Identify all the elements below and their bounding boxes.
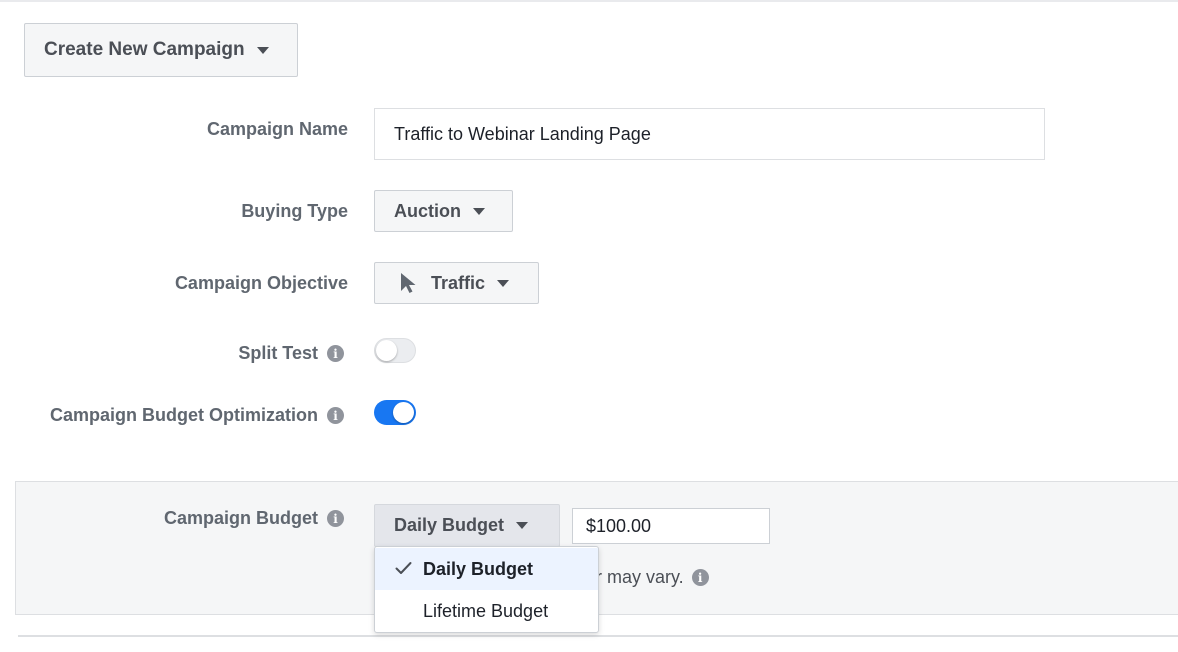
info-icon[interactable]: i — [327, 345, 344, 362]
toggle-knob — [393, 402, 414, 423]
campaign-name-input[interactable]: Traffic to Webinar Landing Page — [374, 108, 1045, 160]
split-test-label: Split Test i — [238, 343, 344, 364]
budget-amount-value: $100.00 — [586, 515, 652, 536]
budget-note: r may vary. i — [596, 567, 709, 588]
create-new-campaign-label: Create New Campaign — [44, 39, 245, 60]
campaign-name-label-text: Campaign Name — [206, 119, 348, 139]
split-test-toggle[interactable] — [374, 338, 416, 363]
split-test-label-text: Split Test — [238, 343, 318, 363]
budget-type-dropdown-menu: Daily Budget Lifetime Budget — [374, 546, 599, 633]
top-divider — [0, 0, 1178, 3]
budget-type-value: Daily Budget — [394, 515, 505, 535]
bottom-divider — [18, 635, 1178, 637]
toggle-knob — [376, 340, 397, 361]
chevron-down-icon — [516, 522, 529, 529]
budget-optimization-label: Campaign Budget Optimization i — [50, 405, 344, 426]
campaign-objective-label-text: Campaign Objective — [174, 273, 348, 293]
buying-type-label: Buying Type — [241, 201, 348, 222]
budget-optimization-label-text: Campaign Budget Optimization — [50, 405, 318, 425]
dropdown-option-daily-budget[interactable]: Daily Budget — [375, 548, 598, 590]
budget-amount-input[interactable]: $100.00 — [572, 508, 770, 544]
create-new-campaign-button[interactable]: Create New Campaign — [24, 23, 298, 77]
buying-type-select[interactable]: Auction — [374, 190, 513, 232]
dropdown-option-label: Daily Budget — [423, 558, 534, 579]
campaign-objective-select[interactable]: Traffic — [374, 262, 539, 304]
info-icon[interactable]: i — [691, 569, 709, 586]
budget-note-text: r may vary. — [596, 567, 684, 587]
chevron-down-icon — [497, 279, 510, 287]
info-icon[interactable]: i — [327, 510, 344, 527]
info-icon[interactable]: i — [327, 407, 344, 424]
campaign-name-label: Campaign Name — [207, 119, 348, 140]
chevron-down-icon — [473, 207, 485, 215]
campaign-name-value: Traffic to Webinar Landing Page — [394, 123, 651, 144]
campaign-objective-label: Campaign Objective — [175, 273, 348, 294]
cursor-icon — [399, 271, 419, 295]
campaign-budget-label: Campaign Budget i — [164, 508, 344, 529]
budget-optimization-toggle[interactable] — [374, 400, 416, 425]
campaign-budget-label-text: Campaign Budget — [163, 508, 318, 528]
checkmark-icon — [395, 562, 412, 574]
campaign-objective-value: Traffic — [431, 272, 486, 293]
chevron-down-icon — [256, 46, 269, 54]
dropdown-option-lifetime-budget[interactable]: Lifetime Budget — [375, 590, 598, 632]
buying-type-label-text: Buying Type — [241, 201, 348, 221]
budget-type-select[interactable]: Daily Budget — [374, 504, 560, 547]
buying-type-value: Auction — [394, 200, 461, 221]
dropdown-option-label: Lifetime Budget — [423, 600, 549, 621]
